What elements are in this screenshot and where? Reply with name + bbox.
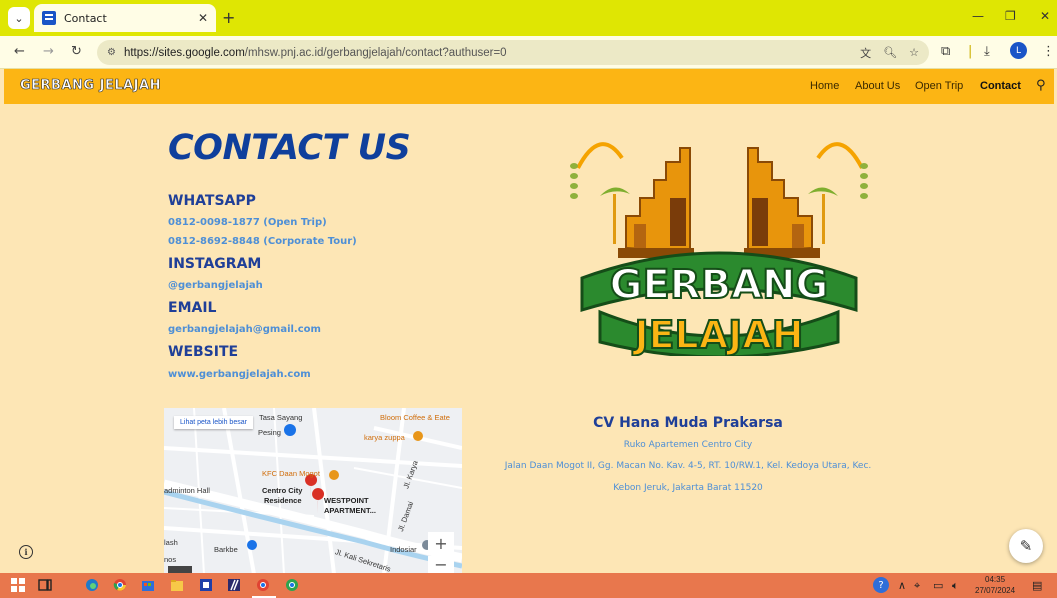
url-host: https://sites.google.com	[123, 46, 245, 59]
edit-pencil-icon[interactable]: ✎	[1009, 529, 1043, 563]
url-path: /mhsw.pnj.ac.id/gerbangjelajah/contact?a…	[244, 46, 507, 59]
email-heading: EMAIL	[168, 300, 217, 316]
map-label-sayang: Tasa Sayang	[259, 413, 303, 422]
map-label-indosiar: Indosiar	[390, 545, 417, 554]
restore-icon[interactable]: ❐	[1005, 9, 1016, 23]
translate-icon[interactable]: 文	[860, 45, 871, 61]
notifications-icon[interactable]: ▤	[1032, 579, 1042, 592]
map-label-karya: karya zuppa	[364, 433, 405, 442]
app-slash-icon[interactable]	[227, 578, 241, 592]
google-sites-favicon-icon	[42, 11, 56, 25]
map-label-nos: nos	[164, 555, 177, 564]
company-address-1: Ruko Apartemen Centro City	[623, 440, 753, 450]
toolbar-divider: |	[968, 44, 973, 59]
site-logo[interactable]: GERBANG JELAJAH	[20, 78, 161, 94]
site-info-icon[interactable]: ⚙	[107, 47, 116, 58]
minimize-icon[interactable]: —	[972, 9, 984, 23]
address-bar[interactable]: ⚙ https://sites.google.com/mhsw.pnj.ac.i…	[97, 40, 929, 65]
new-tab-button[interactable]: +	[222, 8, 235, 27]
map-zoom-out-button[interactable]: −	[428, 556, 454, 573]
nav-home[interactable]: Home	[810, 80, 839, 92]
network-icon[interactable]: ⌖	[914, 579, 920, 593]
site-search-icon[interactable]: ⚲	[1036, 78, 1046, 93]
map-label-residence: Residence	[264, 496, 302, 505]
store-icon[interactable]	[141, 578, 155, 592]
extensions-icon[interactable]: ⧉	[941, 44, 950, 59]
site-header: GERBANG JELAJAH Home About Us Open Trip …	[4, 69, 1054, 104]
map-label-bloom: Bloom Coffee & Eate	[380, 413, 450, 422]
bookmark-star-icon[interactable]: ☆	[909, 46, 919, 59]
company-name: CV Hana Muda Prakarsa	[593, 415, 783, 431]
nav-about-us[interactable]: About Us	[855, 80, 900, 92]
reload-icon[interactable]: ↻	[71, 44, 82, 59]
map-label-barkbe: Barkbe	[214, 545, 238, 554]
company-address-2: Jalan Daan Mogot II, Gg. Macan No. Kav. …	[504, 461, 872, 471]
whatsapp-corporate: 0812-8692-8848 (Corporate Tour)	[168, 236, 357, 247]
taskbar-date[interactable]: 27/07/2024	[975, 586, 1015, 595]
browser-toolbar: ← → ↻ ⚙ https://sites.google.com/mhsw.pn…	[0, 36, 1057, 69]
windows-taskbar: ? ∧ ⌖ ▭ 🔈︎ ▤	[0, 573, 1057, 598]
chrome-window-2-icon[interactable]	[285, 578, 299, 592]
tab-search-icon[interactable]: ⌄	[8, 7, 30, 29]
instagram-heading: INSTAGRAM	[168, 256, 262, 272]
map-label-apartment: APARTMENT...	[324, 506, 376, 515]
map-label-kfc: KFC Daan Mogot	[262, 469, 320, 478]
map-zoom-in-button[interactable]: +	[428, 532, 454, 554]
battery-icon[interactable]: ▭	[933, 579, 943, 592]
tab-title: Contact	[64, 11, 107, 25]
task-view-icon[interactable]	[38, 578, 52, 592]
windows-start-icon[interactable]	[11, 578, 25, 592]
browser-tab-bar: ⌄ Contact ✕ + — ❐ ✕	[0, 0, 1057, 36]
close-window-icon[interactable]: ✕	[1040, 9, 1050, 23]
page-title: CONTACT US	[168, 128, 411, 168]
zoom-icon[interactable]: 🔍︎	[883, 46, 897, 59]
map-label-hall: adminton Hall	[164, 486, 210, 495]
tab-contact[interactable]: Contact ✕	[34, 4, 216, 32]
taskbar-time[interactable]: 04:35	[985, 575, 1005, 584]
forward-icon[interactable]: →	[43, 44, 54, 59]
map-label-lash: lash	[164, 538, 178, 547]
chrome-icon[interactable]	[113, 578, 127, 592]
website-heading: WEBSITE	[168, 344, 239, 360]
url-text: https://sites.google.com/mhsw.pnj.ac.id/…	[124, 47, 848, 59]
whatsapp-open-trip: 0812-0098-1877 (Open Trip)	[168, 217, 327, 228]
tab-close-icon[interactable]: ✕	[198, 11, 208, 25]
nav-open-trip[interactable]: Open Trip	[915, 80, 963, 92]
map-label-pesing: Pesing	[258, 428, 281, 437]
logo-word-gerbang: GERBANG	[610, 262, 829, 308]
edge-icon[interactable]	[85, 578, 99, 592]
company-address-3: Kebon Jeruk, Jakarta Barat 11520	[613, 483, 763, 493]
download-icon[interactable]: ⤓	[984, 44, 990, 59]
view-larger-map-link[interactable]: Lihat peta lebih besar	[174, 416, 253, 429]
email-address: gerbangjelajah@gmail.com	[168, 324, 321, 335]
map-label-centro: Centro City	[262, 486, 303, 495]
back-icon[interactable]: ←	[14, 44, 25, 59]
help-icon[interactable]: ?	[873, 577, 889, 593]
profile-avatar[interactable]: L	[1010, 42, 1027, 59]
chrome-window-1-icon[interactable]	[256, 578, 270, 592]
volume-icon[interactable]: 🔈︎	[952, 579, 959, 593]
website-url: www.gerbangjelajah.com	[168, 369, 311, 380]
google-map-embed[interactable]: Lihat peta lebih besar Tasa Sayang Bloom…	[164, 408, 462, 574]
whatsapp-heading: WHATSAPP	[168, 193, 256, 209]
tray-chevron-icon[interactable]: ∧	[898, 579, 906, 592]
nav-contact[interactable]: Contact	[980, 80, 1021, 92]
logo-word-jelajah: JELAJAH	[631, 313, 803, 356]
file-explorer-icon[interactable]	[170, 578, 184, 592]
instagram-handle: @gerbangjelajah	[168, 280, 263, 291]
chrome-menu-icon[interactable]: ⋮	[1042, 44, 1055, 59]
gerbang-jelajah-logo-illustration: GERBANG JELAJAH	[570, 142, 868, 356]
site-info-icon[interactable]: i	[19, 545, 33, 559]
app-blue-icon[interactable]	[199, 578, 213, 592]
map-label-westpoint: WESTPOINT	[324, 496, 369, 505]
